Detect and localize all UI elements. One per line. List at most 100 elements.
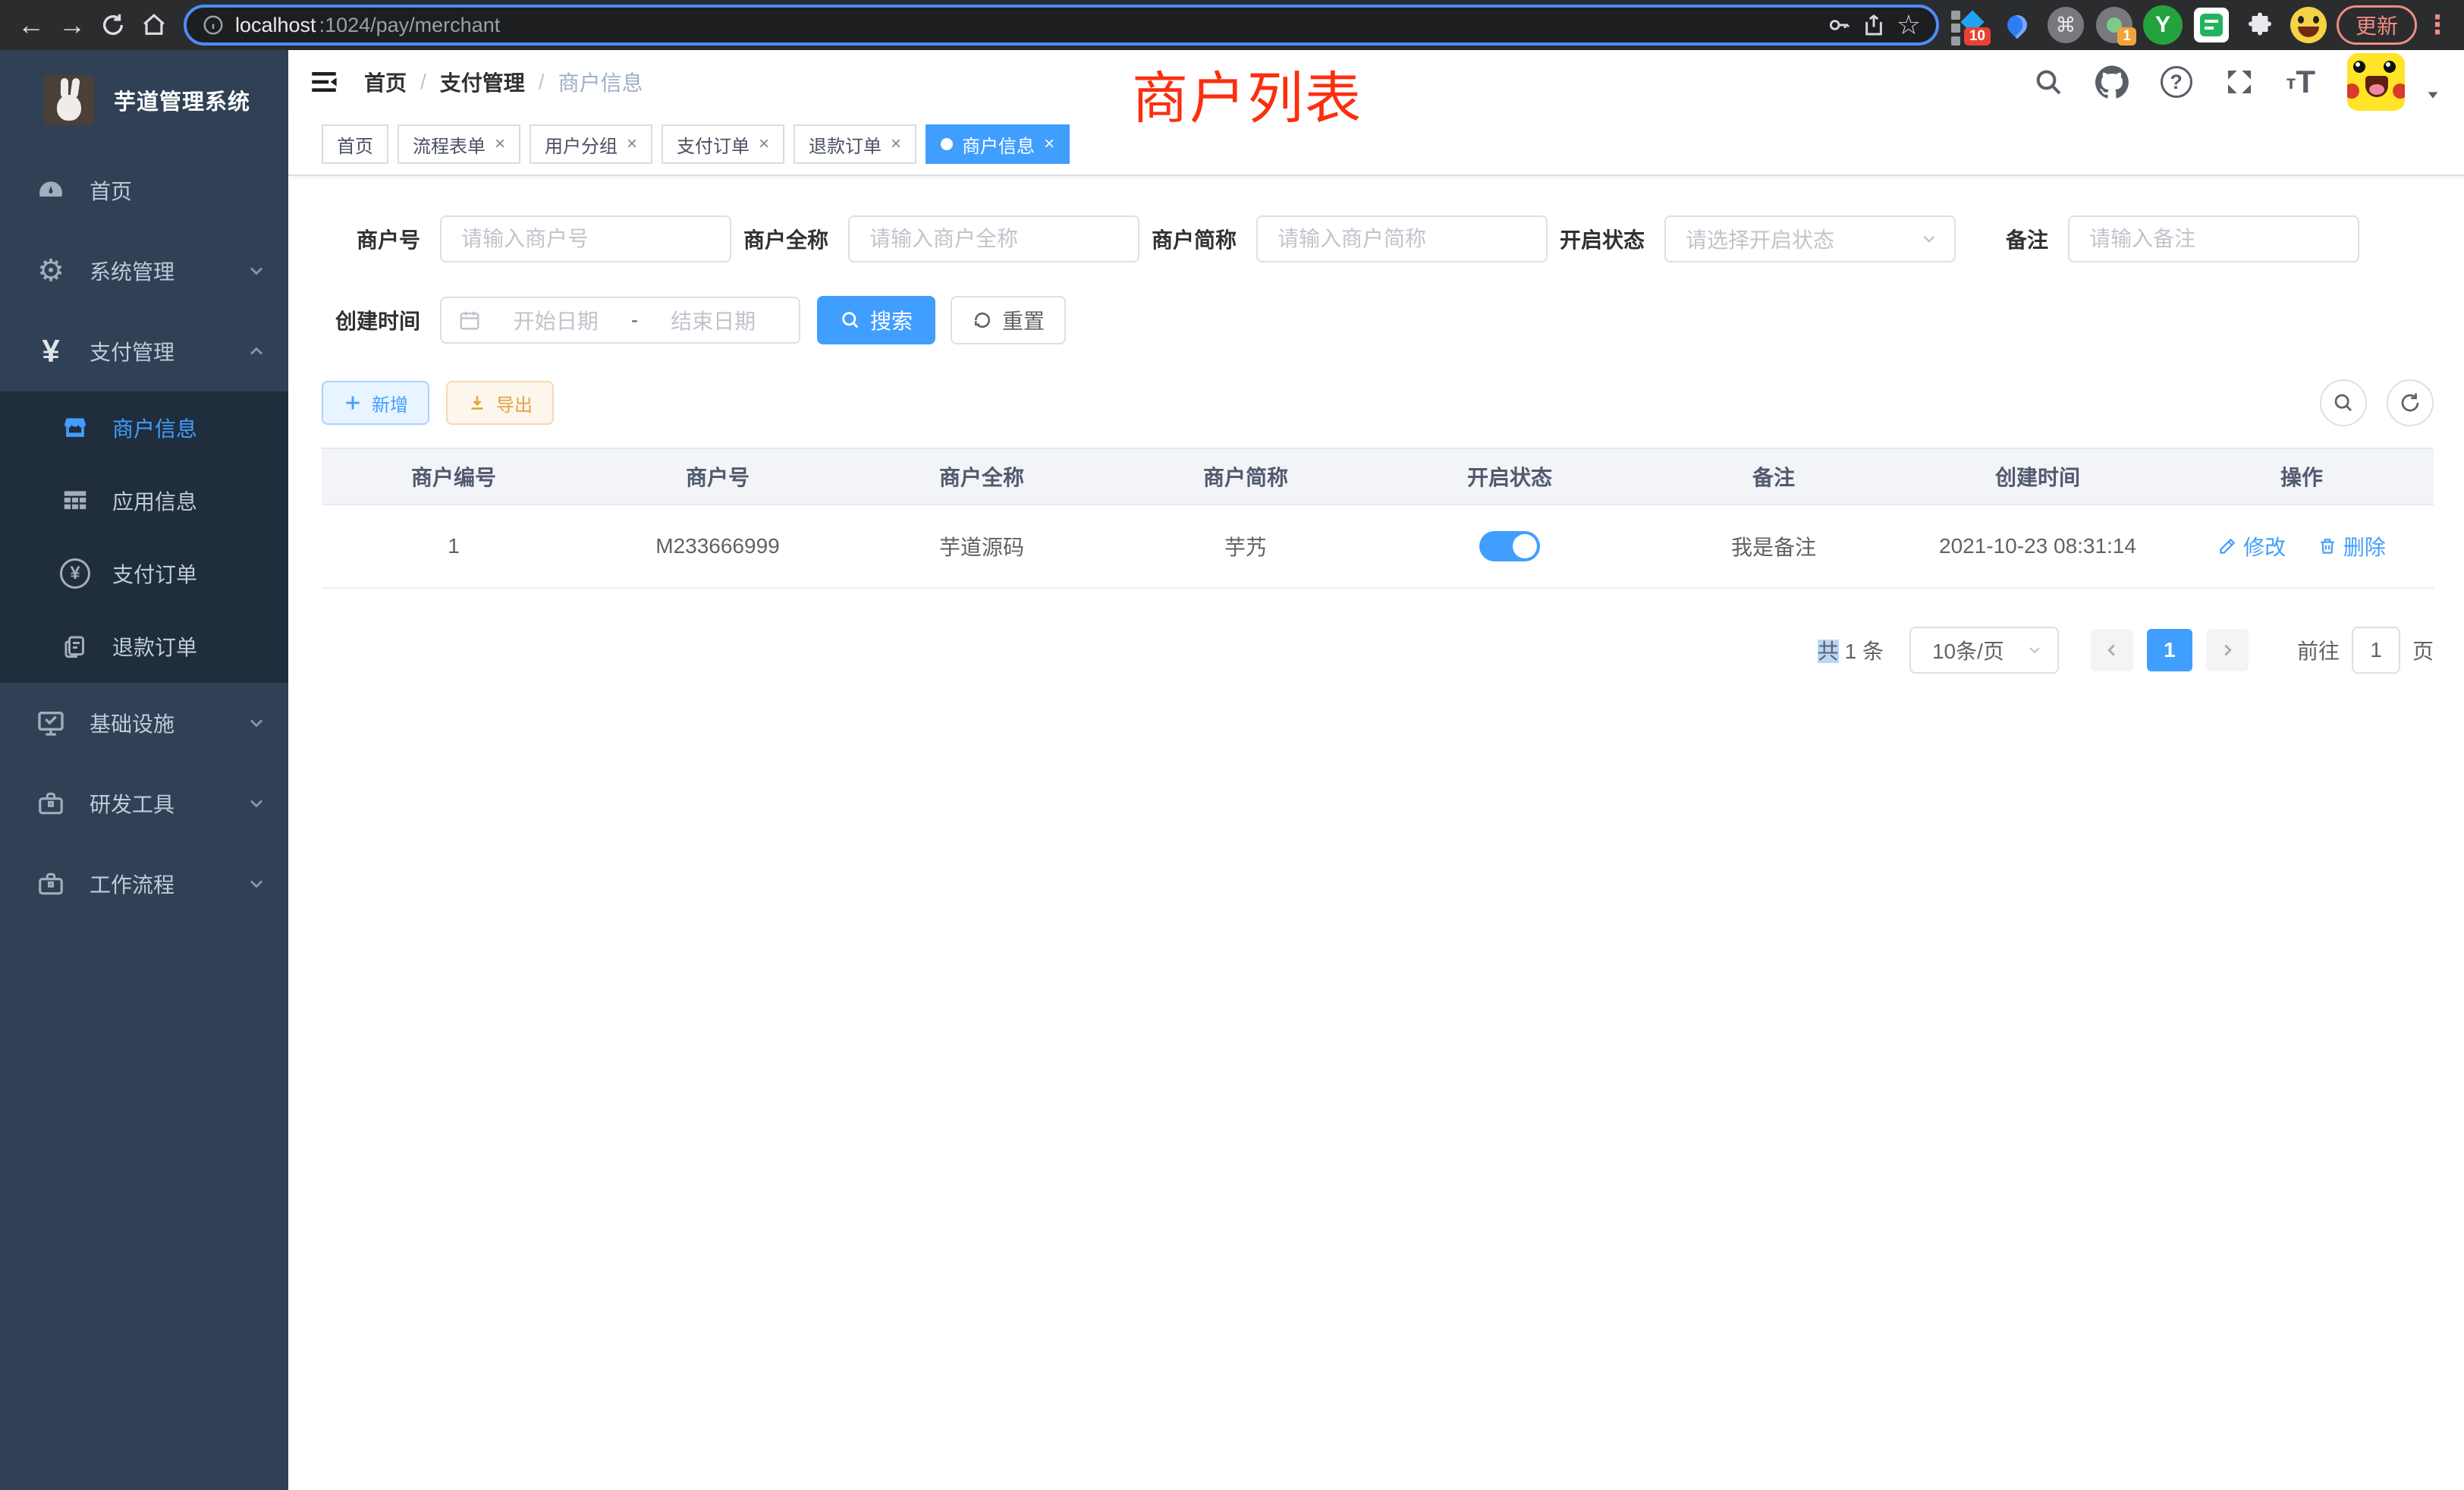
breadcrumb-home[interactable]: 首页 (364, 67, 407, 97)
sidebar-item-pay-order[interactable]: ¥ 支付订单 (0, 537, 288, 610)
github-icon[interactable] (2095, 65, 2129, 99)
chevron-down-icon (246, 260, 267, 281)
sidebar-item-home[interactable]: 首页 (0, 150, 288, 231)
sidebar-collapse-icon[interactable] (308, 66, 340, 98)
close-icon[interactable]: × (1044, 135, 1054, 153)
sidebar-item-label: 首页 (90, 175, 132, 206)
close-icon[interactable]: × (495, 135, 505, 153)
forward-icon[interactable]: → (52, 5, 93, 46)
refresh-button[interactable] (2387, 379, 2434, 426)
sidebar-item-merchant-info[interactable]: 商户信息 (0, 391, 288, 464)
sidebar-item-infrastructure[interactable]: 基础设施 (0, 683, 288, 763)
active-dot (941, 138, 953, 150)
cell-short-name: 芋艿 (1114, 505, 1378, 588)
user-avatar[interactable] (2347, 53, 2405, 111)
yen-circle-icon: ¥ (58, 558, 93, 589)
sidebar-item-dev-tools[interactable]: 研发工具 (0, 763, 288, 844)
site-info-icon[interactable] (202, 14, 225, 36)
col-merchant-no: 商户号 (586, 448, 850, 505)
tag-process-form[interactable]: 流程表单 × (398, 124, 520, 164)
sidebar-item-label: 应用信息 (112, 486, 197, 516)
full-name-input[interactable] (848, 215, 1139, 262)
delete-link[interactable]: 删除 (2318, 531, 2386, 561)
password-key-icon[interactable] (1827, 13, 1851, 37)
full-name-label: 商户全称 (743, 224, 828, 254)
date-separator: - (631, 308, 638, 332)
bookmark-star-icon[interactable]: ☆ (1897, 9, 1921, 41)
sidebar-item-system[interactable]: ⚙ 系统管理 (0, 231, 288, 311)
calendar-icon (458, 309, 481, 332)
add-button[interactable]: 新增 (322, 381, 429, 425)
sidebar-item-refund-order[interactable]: 退款订单 (0, 610, 288, 683)
sidebar-item-app-info[interactable]: 应用信息 (0, 464, 288, 537)
reset-button[interactable]: 重置 (951, 296, 1066, 344)
extension-emoji-icon[interactable] (2288, 5, 2329, 46)
yen-icon: ¥ (33, 333, 68, 369)
sidebar-item-workflow[interactable]: 工作流程 (0, 844, 288, 924)
screenshot-root: ← → localhost:1024/pay/merchant ☆ (0, 0, 2464, 1490)
browser-update-button[interactable]: 更新 (2337, 5, 2417, 45)
close-icon[interactable]: × (759, 135, 769, 153)
remark-label: 备注 (2006, 224, 2048, 254)
merchant-no-label: 商户号 (322, 224, 420, 254)
close-icon[interactable]: × (627, 135, 637, 153)
status-toggle[interactable] (1479, 531, 1540, 561)
sidebar-item-label: 退款订单 (112, 631, 197, 662)
prev-page-button[interactable] (2091, 629, 2133, 671)
goto-page-input[interactable] (2352, 627, 2400, 674)
sidebar-item-label: 工作流程 (90, 869, 174, 899)
help-icon[interactable]: ? (2161, 66, 2192, 98)
merchant-no-input[interactable] (440, 215, 731, 262)
extension-chat-icon[interactable] (2191, 5, 2232, 46)
breadcrumb-payment[interactable]: 支付管理 (440, 67, 525, 97)
user-menu-caret-icon[interactable] (2425, 86, 2441, 103)
search-icon[interactable] (2033, 67, 2063, 97)
reload-icon[interactable] (93, 5, 134, 46)
page-number-1[interactable]: 1 (2147, 629, 2192, 671)
back-icon[interactable]: ← (11, 5, 52, 46)
toggle-search-button[interactable] (2320, 379, 2367, 426)
url-path: :1024/pay/merchant (319, 14, 501, 37)
fullscreen-icon[interactable] (2224, 67, 2255, 97)
extension-pin-icon[interactable] (1997, 5, 2038, 46)
extension-command-icon[interactable]: ⌘ (2045, 5, 2086, 46)
app-logo[interactable]: 芋道管理系统 (0, 50, 288, 150)
home-icon[interactable] (134, 5, 174, 46)
sidebar-item-payment[interactable]: ¥ 支付管理 (0, 311, 288, 391)
tag-user-group[interactable]: 用户分组 × (530, 124, 652, 164)
browser-menu-icon[interactable]: ⋮ (2425, 10, 2450, 40)
briefcase-icon (33, 869, 68, 898)
status-select[interactable]: 请选择开启状态 (1664, 215, 1956, 262)
col-merchant-id: 商户编号 (322, 448, 586, 505)
create-time-range-picker[interactable]: 开始日期 - 结束日期 (440, 297, 800, 344)
sidebar-item-label: 支付订单 (112, 558, 197, 589)
breadcrumb: 首页 / 支付管理 / 商户信息 (364, 67, 643, 97)
short-name-input[interactable] (1256, 215, 1548, 262)
share-icon[interactable] (1862, 13, 1886, 37)
gear-icon: ⚙ (33, 253, 68, 288)
pagination-total: 共 1 条 (1818, 635, 1884, 665)
tag-pay-order[interactable]: 支付订单 × (662, 124, 784, 164)
tag-refund-order[interactable]: 退款订单 × (794, 124, 916, 164)
table-row: 1 M233666999 芋道源码 芋艿 我是备注 2021-10-23 08:… (322, 505, 2434, 588)
extension-recorder-icon[interactable]: 1 (2094, 5, 2135, 46)
extensions-puzzle-icon[interactable] (2239, 5, 2280, 46)
export-button[interactable]: 导出 (446, 381, 554, 425)
font-size-icon[interactable]: ᴛT (2286, 64, 2315, 100)
cell-merchant-no: M233666999 (586, 505, 850, 588)
cell-remark: 我是备注 (1642, 505, 1906, 588)
tag-home[interactable]: 首页 (322, 124, 388, 164)
edit-link[interactable]: 修改 (2217, 531, 2286, 561)
grid-icon (58, 486, 93, 515)
close-icon[interactable]: × (891, 135, 901, 153)
search-button[interactable]: 搜索 (817, 296, 935, 344)
tag-merchant-info[interactable]: 商户信息 × (926, 124, 1070, 164)
extension-blue-diamond-icon[interactable]: 10 (1948, 5, 1989, 46)
col-short-name: 商户简称 (1114, 448, 1378, 505)
url-bar[interactable]: localhost:1024/pay/merchant ☆ (184, 5, 1939, 46)
extension-y-icon[interactable]: Y (2142, 5, 2183, 46)
next-page-button[interactable] (2206, 629, 2249, 671)
page-size-select[interactable]: 10条/页 (1909, 627, 2059, 674)
remark-input[interactable] (2068, 215, 2359, 262)
col-full-name: 商户全称 (850, 448, 1114, 505)
